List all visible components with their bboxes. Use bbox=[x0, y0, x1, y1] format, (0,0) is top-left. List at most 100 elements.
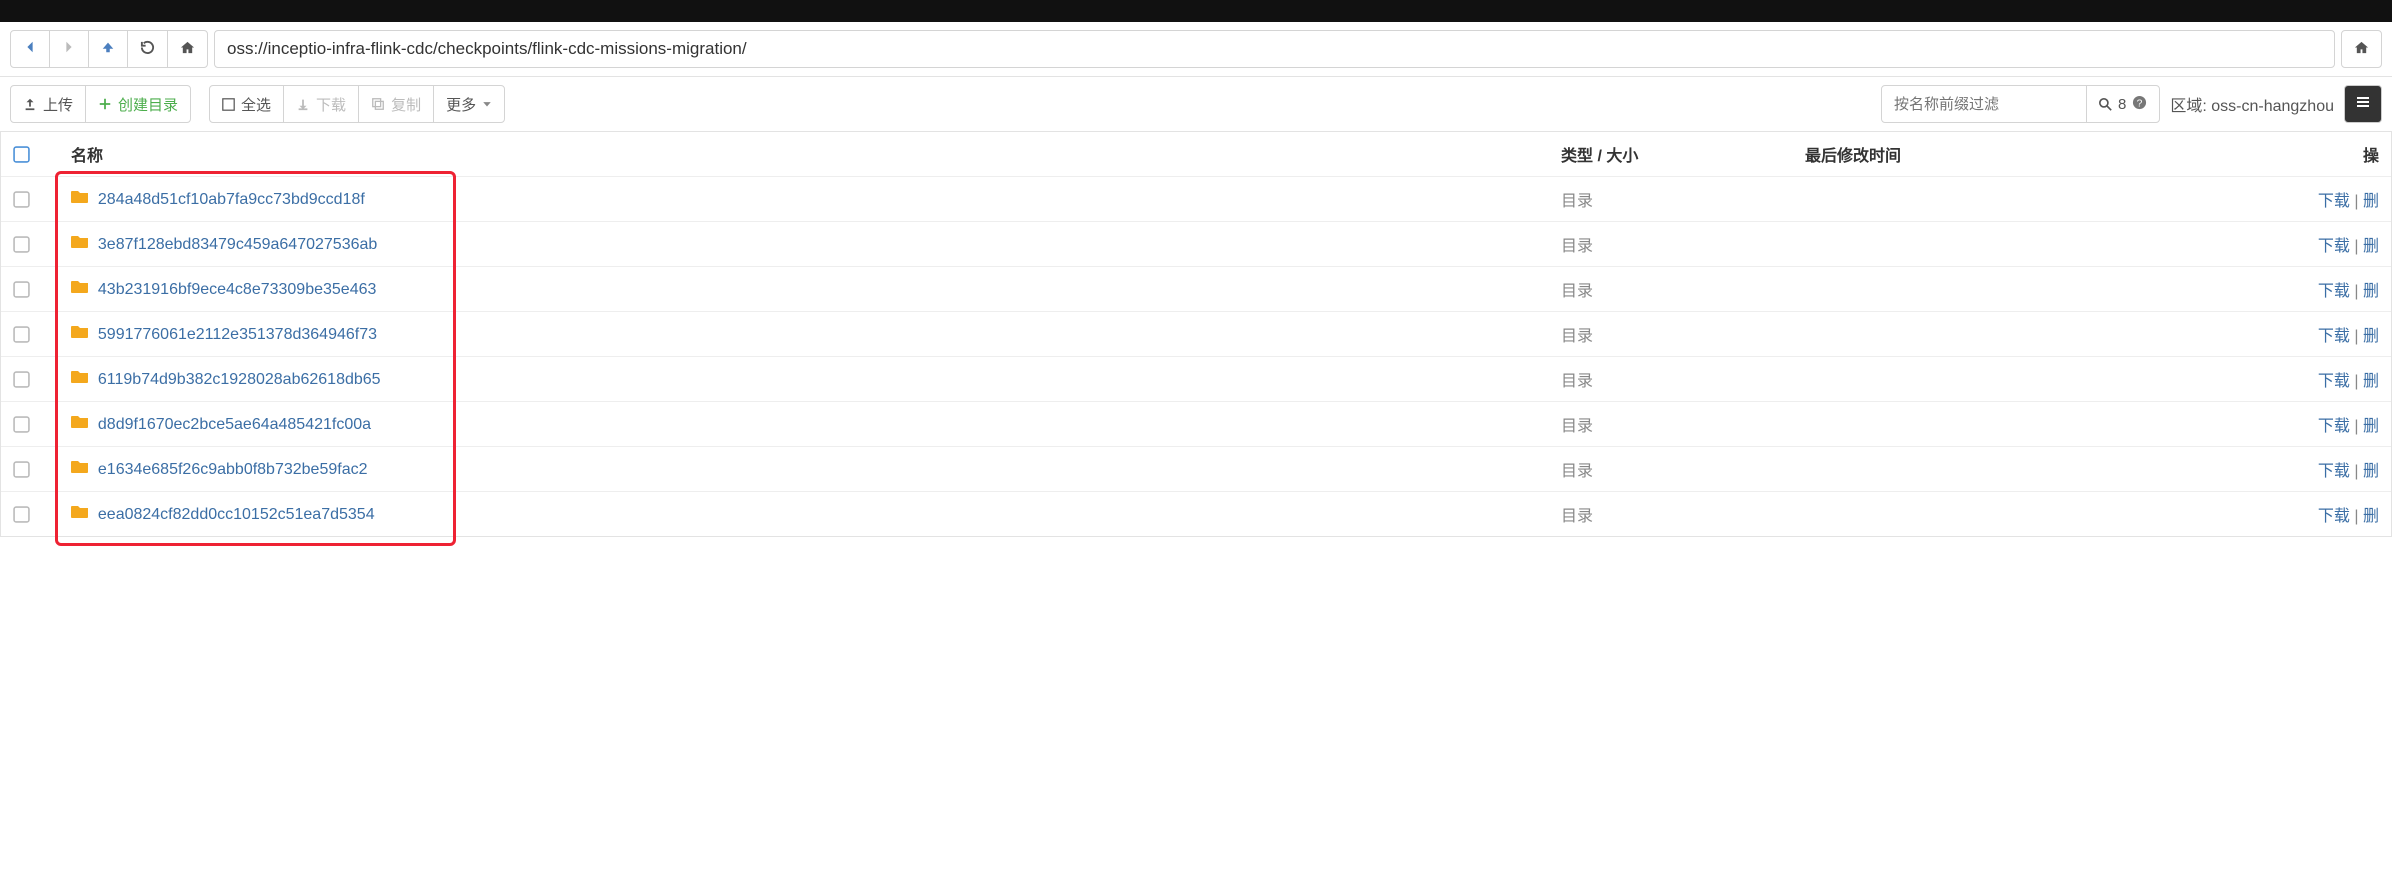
download-link[interactable]: 下载 bbox=[2318, 283, 2350, 300]
type-cell: 目录 bbox=[1549, 492, 1793, 537]
download-link[interactable]: 下载 bbox=[2318, 238, 2350, 255]
delete-link[interactable]: 删 bbox=[2363, 283, 2379, 300]
col-name-header: 名称 bbox=[59, 132, 1549, 177]
folder-link[interactable]: e1634e685f26c9abb0f8b732be59fac2 bbox=[98, 461, 368, 478]
download-icon bbox=[296, 97, 310, 111]
mkdir-button[interactable]: 创建目录 bbox=[85, 85, 191, 123]
row-checkbox[interactable] bbox=[13, 326, 47, 343]
back-button[interactable] bbox=[10, 30, 50, 68]
download-link[interactable]: 下载 bbox=[2318, 373, 2350, 390]
more-button[interactable]: 更多 bbox=[433, 85, 505, 123]
row-checkbox[interactable] bbox=[13, 371, 47, 388]
more-label: 更多 bbox=[446, 94, 476, 115]
select-all-label: 全选 bbox=[241, 94, 271, 115]
time-cell bbox=[1793, 312, 2257, 357]
arrow-left-icon bbox=[23, 40, 37, 58]
type-cell: 目录 bbox=[1549, 447, 1793, 492]
refresh-button[interactable] bbox=[127, 30, 168, 68]
filter-input[interactable] bbox=[1881, 85, 2087, 123]
row-checkbox[interactable] bbox=[13, 281, 47, 298]
download-link[interactable]: 下载 bbox=[2318, 418, 2350, 435]
chevron-down-icon bbox=[482, 96, 492, 113]
addr-right-group bbox=[2341, 30, 2382, 68]
folder-link[interactable]: eea0824cf82dd0cc10152c51ea7d5354 bbox=[98, 506, 375, 523]
copy-button[interactable]: 复制 bbox=[358, 85, 434, 123]
download-link[interactable]: 下载 bbox=[2318, 508, 2350, 525]
folder-icon bbox=[71, 279, 89, 294]
download-batch-button[interactable]: 下载 bbox=[283, 85, 359, 123]
folder-link[interactable]: 5991776061e2112e351378d364946f73 bbox=[98, 326, 377, 343]
search-icon bbox=[2099, 98, 2112, 111]
row-checkbox[interactable] bbox=[13, 191, 47, 208]
name-cell: 6119b74d9b382c1928028ab62618db65 bbox=[59, 357, 1549, 402]
table-header-row: 名称 类型 / 大小 最后修改时间 操 bbox=[1, 132, 2391, 177]
table-body: 284a48d51cf10ab7fa9cc73bd9ccd18f目录下载 | 删… bbox=[1, 177, 2391, 537]
upload-icon bbox=[23, 97, 37, 111]
up-button[interactable] bbox=[88, 30, 128, 68]
home-button[interactable] bbox=[167, 30, 208, 68]
folder-link[interactable]: 6119b74d9b382c1928028ab62618db65 bbox=[98, 371, 381, 388]
name-cell: 43b231916bf9ece4c8e73309be35e463 bbox=[59, 267, 1549, 312]
download-link[interactable]: 下载 bbox=[2318, 193, 2350, 210]
row-checkbox[interactable] bbox=[13, 416, 47, 433]
select-all-button[interactable]: 全选 bbox=[209, 85, 284, 123]
folder-link[interactable]: d8d9f1670ec2bce5ae64a485421fc00a bbox=[98, 416, 371, 433]
folder-link[interactable]: 3e87f128ebd83479c459a647027536ab bbox=[98, 236, 377, 253]
delete-link[interactable]: 删 bbox=[2363, 373, 2379, 390]
forward-button[interactable] bbox=[49, 30, 89, 68]
svg-text:?: ? bbox=[2137, 98, 2143, 109]
file-table: 名称 类型 / 大小 最后修改时间 操 284a48d51cf10ab7fa9c… bbox=[1, 132, 2391, 536]
action-sep: | bbox=[2350, 328, 2363, 345]
toolbar-group-mid: 全选 下载 复制 更多 bbox=[209, 85, 505, 123]
time-cell bbox=[1793, 357, 2257, 402]
row-checkbox[interactable] bbox=[13, 236, 47, 253]
checkbox-empty-icon bbox=[222, 98, 235, 111]
name-cell: d8d9f1670ec2bce5ae64a485421fc00a bbox=[59, 402, 1549, 447]
delete-link[interactable]: 删 bbox=[2363, 418, 2379, 435]
name-cell: 284a48d51cf10ab7fa9cc73bd9ccd18f bbox=[59, 177, 1549, 222]
filter-info-button[interactable]: 8 ? bbox=[2086, 85, 2160, 123]
row-checkbox[interactable] bbox=[13, 506, 47, 523]
time-cell bbox=[1793, 447, 2257, 492]
folder-icon bbox=[71, 459, 89, 474]
filter-group: 8 ? bbox=[1882, 85, 2160, 123]
delete-link[interactable]: 删 bbox=[2363, 328, 2379, 345]
filter-count: 8 bbox=[2118, 96, 2126, 113]
delete-link[interactable]: 删 bbox=[2363, 238, 2379, 255]
download-link[interactable]: 下载 bbox=[2318, 328, 2350, 345]
question-icon: ? bbox=[2132, 95, 2147, 114]
home-icon bbox=[2354, 40, 2369, 59]
address-bar-row bbox=[0, 22, 2392, 77]
time-cell bbox=[1793, 492, 2257, 537]
type-cell: 目录 bbox=[1549, 357, 1793, 402]
type-cell: 目录 bbox=[1549, 402, 1793, 447]
delete-link[interactable]: 删 bbox=[2363, 508, 2379, 525]
download-link[interactable]: 下载 bbox=[2318, 463, 2350, 480]
op-cell: 下载 | 删 bbox=[2257, 402, 2391, 447]
delete-link[interactable]: 删 bbox=[2363, 463, 2379, 480]
op-cell: 下载 | 删 bbox=[2257, 267, 2391, 312]
type-cell: 目录 bbox=[1549, 312, 1793, 357]
upload-label: 上传 bbox=[43, 94, 73, 115]
address-input[interactable] bbox=[214, 30, 2335, 68]
folder-link[interactable]: 43b231916bf9ece4c8e73309be35e463 bbox=[98, 281, 377, 298]
op-cell: 下载 | 删 bbox=[2257, 447, 2391, 492]
header-checkbox[interactable] bbox=[13, 146, 47, 163]
table-row: 3e87f128ebd83479c459a647027536ab目录下载 | 删 bbox=[1, 222, 2391, 267]
op-cell: 下载 | 删 bbox=[2257, 177, 2391, 222]
row-checkbox[interactable] bbox=[13, 461, 47, 478]
name-cell: e1634e685f26c9abb0f8b732be59fac2 bbox=[59, 447, 1549, 492]
region-label: 区域: oss-cn-hangzhou bbox=[2170, 92, 2334, 116]
list-view-button[interactable] bbox=[2344, 85, 2382, 123]
home-secondary-button[interactable] bbox=[2341, 30, 2382, 68]
folder-icon bbox=[71, 414, 89, 429]
header-bar bbox=[0, 0, 2392, 22]
arrow-up-icon bbox=[101, 40, 115, 58]
op-cell: 下载 | 删 bbox=[2257, 357, 2391, 402]
table-row: eea0824cf82dd0cc10152c51ea7d5354目录下载 | 删 bbox=[1, 492, 2391, 537]
upload-button[interactable]: 上传 bbox=[10, 85, 86, 123]
type-cell: 目录 bbox=[1549, 267, 1793, 312]
folder-link[interactable]: 284a48d51cf10ab7fa9cc73bd9ccd18f bbox=[98, 191, 365, 208]
folder-icon bbox=[71, 234, 89, 249]
delete-link[interactable]: 删 bbox=[2363, 193, 2379, 210]
